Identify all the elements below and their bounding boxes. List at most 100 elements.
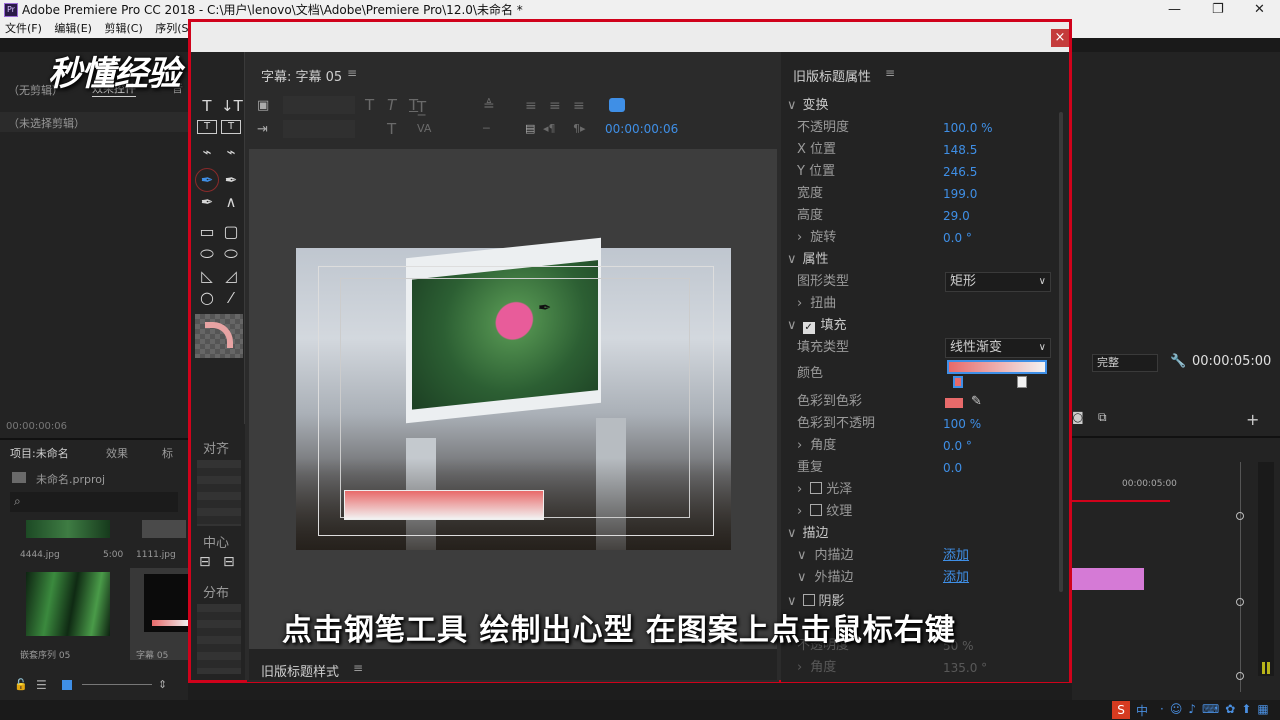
vertical-area-type-tool-icon[interactable]: T	[221, 120, 241, 134]
lock-icon[interactable]: 🔓	[14, 678, 28, 691]
opacity-value[interactable]: 100.0 %	[943, 118, 993, 138]
color-swatch[interactable]	[945, 398, 963, 408]
tab-markers[interactable]: 标	[162, 445, 173, 461]
show-background-video-icon[interactable]	[609, 98, 625, 112]
fill-checkbox[interactable]: ✓	[802, 322, 815, 334]
repeat-value[interactable]: 0.0	[943, 458, 962, 478]
compare-icon[interactable]: ⧉	[1098, 410, 1107, 425]
template-icon[interactable]: ▤	[525, 122, 535, 135]
close-window-button[interactable]: ✕	[1254, 0, 1265, 20]
menu-file[interactable]: 文件(F)	[5, 22, 42, 35]
shadow-angle-row[interactable]: › 角度 135.0 °	[781, 658, 1061, 678]
center-vertical-icon[interactable]: ⊟	[223, 554, 235, 570]
angle-row[interactable]: › 角度 0.0 °	[781, 436, 1061, 456]
sort-icon[interactable]: ⇕	[158, 678, 167, 691]
font-size-icon[interactable]: T	[387, 120, 396, 138]
delete-anchor-point-tool-icon[interactable]: ✒	[197, 192, 217, 212]
gradient-stop-start[interactable]	[953, 376, 963, 388]
minimize-button[interactable]: —	[1168, 0, 1181, 20]
sogou-ime-icon[interactable]: S	[1112, 701, 1130, 719]
center-horizontal-icon[interactable]: ⊟	[199, 554, 211, 570]
project-search-input[interactable]: ⌕	[10, 492, 178, 512]
tracking-icon[interactable]: VA	[417, 122, 431, 135]
gradient-stop-end[interactable]	[1017, 376, 1027, 388]
x-position-value[interactable]: 148.5	[943, 140, 977, 160]
icon-view-icon[interactable]	[62, 680, 72, 690]
scroll-handle-top[interactable]	[1236, 512, 1244, 520]
baseline-icon[interactable]: ─	[483, 122, 490, 135]
dialog-timecode[interactable]: 00:00:00:06	[605, 122, 678, 136]
zoom-slider[interactable]	[82, 684, 152, 685]
list-view-icon[interactable]: ☰	[36, 678, 47, 692]
font-style-select[interactable]	[283, 120, 355, 138]
properties-menu-icon[interactable]: ≡	[885, 66, 895, 80]
clipped-rectangle-tool-icon[interactable]: ⬭	[197, 244, 217, 264]
rectangle-tool-icon[interactable]: ▭	[197, 222, 217, 242]
width-value[interactable]: 199.0	[943, 184, 977, 204]
section-fill[interactable]: ∨ ✓ 填充	[781, 316, 1061, 336]
align-left-icon[interactable]: ≡	[525, 98, 537, 114]
thumbnail-4444[interactable]	[26, 520, 110, 538]
rotation-row[interactable]: › 旋转 0.0 °	[781, 228, 1061, 248]
vertical-type-tool-icon[interactable]: ↓T	[221, 96, 243, 116]
graphic-type-select[interactable]: 矩形 ∨	[945, 272, 1051, 292]
scroll-handle-bottom[interactable]	[1236, 672, 1244, 680]
distribute-buttons[interactable]	[197, 604, 241, 674]
align-buttons[interactable]	[197, 460, 241, 526]
inner-stroke-add-link[interactable]: 添加	[943, 546, 969, 566]
type-tool-icon[interactable]: T	[197, 96, 217, 116]
ime-tray-icons[interactable]: ·☺♪⌨✿⬆▦	[1160, 702, 1275, 716]
wrench-icon[interactable]: 🔧	[1170, 354, 1186, 369]
arc-tool-icon[interactable]: ◿	[221, 266, 241, 286]
title-panel-menu-icon[interactable]: ≡	[347, 66, 357, 80]
section-transform[interactable]: ∨ 变换	[781, 96, 1061, 116]
tab-effects[interactable]: 效果	[106, 445, 128, 461]
thumbnail-1111[interactable]	[142, 520, 186, 538]
texture-checkbox[interactable]	[810, 504, 823, 516]
rotation-value[interactable]: 0.0 °	[943, 228, 972, 248]
eyedropper-icon[interactable]: ✎	[971, 392, 982, 412]
properties-scrollbar[interactable]	[1059, 112, 1063, 592]
thumbnail-nested-sequence[interactable]	[26, 572, 110, 636]
dialog-close-button[interactable]: ×	[1051, 29, 1069, 47]
bold-icon[interactable]: T	[365, 96, 374, 114]
ime-language-indicator[interactable]: 中	[1136, 702, 1148, 719]
maximize-button[interactable]: ❐	[1212, 0, 1224, 20]
convert-anchor-point-tool-icon[interactable]: ∧	[221, 192, 241, 212]
y-position-value[interactable]: 246.5	[943, 162, 977, 182]
camera-icon[interactable]: ◙	[1072, 410, 1084, 424]
fill-type-select[interactable]: 线性渐变 ∨	[945, 338, 1051, 358]
wedge-tool-icon[interactable]: ◺	[197, 266, 217, 286]
section-stroke[interactable]: ∨ 描边	[781, 524, 1061, 544]
line-tool-icon[interactable]: ⁄	[221, 288, 241, 308]
italic-icon[interactable]: T	[387, 96, 396, 114]
leading-icon[interactable]: ≜	[483, 98, 495, 114]
align-center-icon[interactable]: ≡	[549, 98, 561, 114]
timeline-clip-pink[interactable]	[1072, 568, 1144, 590]
gradient-rectangle-shape[interactable]	[344, 490, 544, 520]
tab-project[interactable]: 项目:未命名	[10, 445, 69, 461]
menu-edit[interactable]: 编辑(E)	[54, 22, 92, 35]
inner-stroke-row[interactable]: ∨ 内描边 添加	[781, 546, 1061, 566]
kerning-icon[interactable]: T̲	[417, 98, 426, 116]
playhead-back-icon[interactable]: ◂¶	[543, 122, 556, 135]
color-to-opacity-value[interactable]: 100 %	[943, 414, 981, 434]
ellipse-tool-icon[interactable]: ○	[197, 288, 217, 308]
shadow-angle-value[interactable]: 135.0 °	[943, 658, 987, 678]
scroll-handle-mid[interactable]	[1236, 598, 1244, 606]
section-properties[interactable]: ∨ 属性	[781, 250, 1061, 270]
rounded-corner-tool-icon[interactable]: ⬭	[221, 244, 241, 264]
area-type-tool-icon[interactable]: T	[197, 120, 217, 134]
gradient-ramp[interactable]	[947, 360, 1047, 374]
styles-menu-icon[interactable]: ≡	[353, 661, 363, 675]
distort-row[interactable]: › 扭曲	[781, 294, 1061, 314]
path-type-tool-icon[interactable]: ⌁	[197, 142, 217, 162]
outer-stroke-add-link[interactable]: 添加	[943, 568, 969, 588]
playback-quality-select[interactable]: 完整	[1092, 354, 1158, 372]
height-value[interactable]: 29.0	[943, 206, 970, 226]
thumbnail-title-selected[interactable]	[130, 568, 188, 660]
sheen-checkbox[interactable]	[810, 482, 823, 494]
timeline-scrollbar[interactable]	[1240, 462, 1241, 692]
add-anchor-point-tool-icon[interactable]: ✒	[221, 170, 241, 190]
rounded-rectangle-tool-icon[interactable]: ▢	[221, 222, 241, 242]
